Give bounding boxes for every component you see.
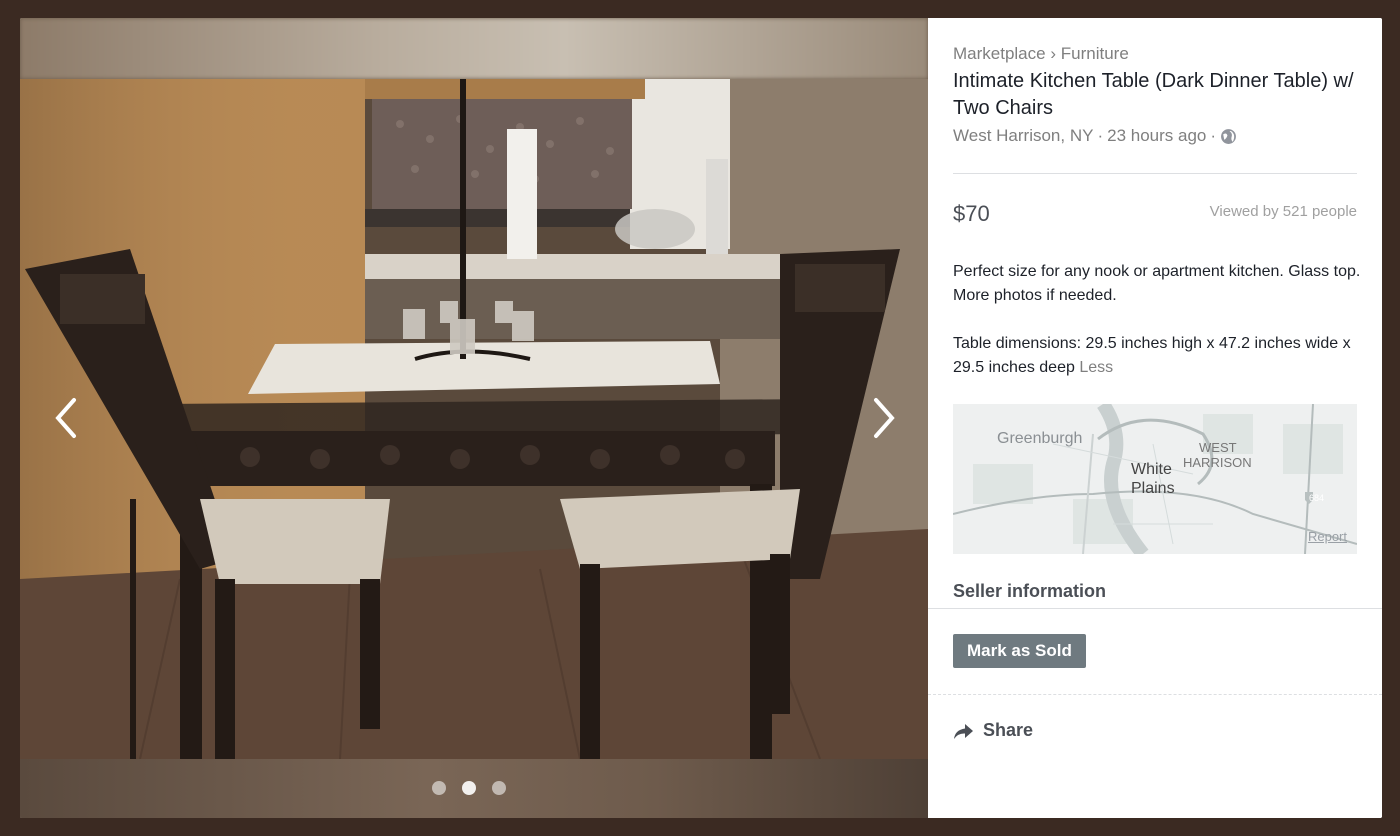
map-label-white: White <box>1131 461 1172 478</box>
map-label-west: WEST <box>1199 440 1237 455</box>
listing-location[interactable]: West Harrison, NY <box>953 126 1093 146</box>
listing-description: Perfect size for any nook or apartment k… <box>953 260 1363 404</box>
next-photo-button[interactable] <box>864 390 904 446</box>
map-graphic <box>953 404 1357 554</box>
meta-separator: · <box>1210 126 1217 145</box>
description-text: Table dimensions: 29.5 inches high x 47.… <box>953 335 1351 376</box>
globe-icon <box>1221 128 1236 144</box>
breadcrumb-furniture[interactable]: Furniture <box>1061 44 1129 63</box>
listing-title: Intimate Kitchen Table (Dark Dinner Tabl… <box>953 70 1354 119</box>
listing-dialog: Marketplace › Furniture Intimate Kitchen… <box>20 18 1382 818</box>
mark-as-sold-button[interactable]: Mark as Sold <box>953 634 1086 668</box>
listing-photo <box>20 79 928 759</box>
share-label: Share <box>983 720 1034 740</box>
share-arrow-icon <box>954 723 973 739</box>
photo-blur-backdrop-top <box>20 18 928 79</box>
description-paragraph-1: Perfect size for any nook or apartment k… <box>953 263 1361 304</box>
divider <box>928 608 1382 609</box>
view-count: Viewed by 521 people <box>1209 203 1357 220</box>
share-button[interactable]: Share <box>953 720 1033 741</box>
photo-pagination <box>432 781 506 795</box>
listing-price: $70 <box>953 201 990 226</box>
details-panel: Marketplace › Furniture Intimate Kitchen… <box>928 18 1382 818</box>
meta-separator: · <box>1097 126 1104 145</box>
photo-dot-2[interactable] <box>462 781 476 795</box>
photo-dot-1[interactable] <box>432 781 446 795</box>
location-map[interactable]: Greenburgh White Plains WEST HARRISON 68… <box>953 404 1357 554</box>
chevron-left-icon <box>55 398 76 438</box>
divider <box>953 173 1357 174</box>
seller-information-heading: Seller information <box>953 581 1107 601</box>
map-label-highway: 684 <box>1309 493 1325 503</box>
listing-time: 23 hours ago <box>1107 126 1207 145</box>
map-label-plains: Plains <box>1131 480 1175 497</box>
breadcrumb-marketplace[interactable]: Marketplace <box>953 44 1046 63</box>
breadcrumb: Marketplace › Furniture <box>953 44 1129 64</box>
less-link[interactable]: Less <box>1079 359 1113 376</box>
breadcrumb-separator: › <box>1050 44 1057 63</box>
map-label-harrison: HARRISON <box>1183 455 1252 470</box>
chevron-right-icon <box>874 398 895 438</box>
divider <box>928 694 1382 695</box>
previous-photo-button[interactable] <box>46 390 86 446</box>
description-paragraph-2: Table dimensions: 29.5 inches high x 47.… <box>953 332 1363 380</box>
map-label-greenburgh: Greenburgh <box>997 430 1083 447</box>
photo-dot-3[interactable] <box>492 781 506 795</box>
listing-meta: West Harrison, NY · 23 hours ago · <box>953 126 1237 146</box>
map-report-link[interactable]: Report <box>1308 529 1347 544</box>
photo-viewer <box>20 18 928 818</box>
